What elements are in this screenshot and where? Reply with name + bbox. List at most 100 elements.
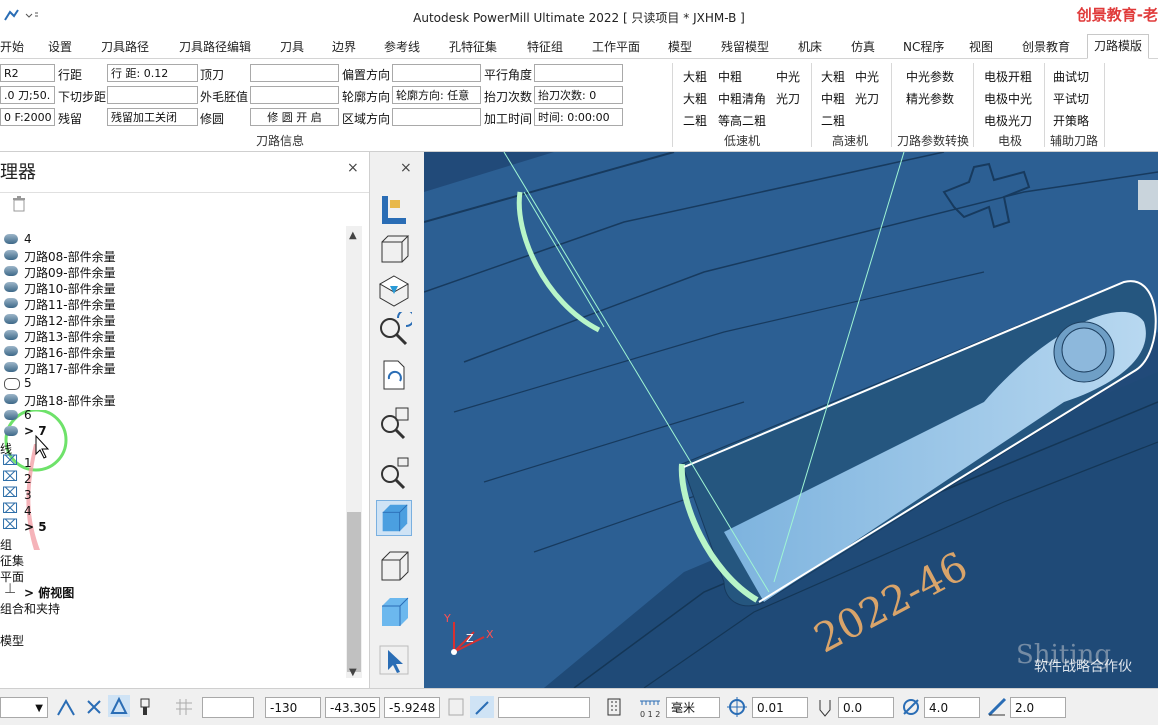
- grid-icon[interactable]: [174, 697, 194, 717]
- tree-item[interactable]: 刀路18-部件余量: [24, 392, 116, 409]
- high-speed-btn-3[interactable]: 中粗: [821, 90, 845, 107]
- tree-item[interactable]: 1: [24, 456, 32, 470]
- scrollbar-thumb[interactable]: [347, 512, 361, 672]
- workplane-dropdown[interactable]: ▼: [0, 697, 48, 718]
- high-speed-btn-2[interactable]: 中光: [855, 68, 879, 85]
- parallel-angle-field[interactable]: [534, 64, 623, 82]
- diameter-icon[interactable]: [900, 696, 922, 718]
- tab-0[interactable]: 开始: [0, 38, 24, 55]
- scroll-up-icon[interactable]: ▲: [349, 230, 357, 241]
- tree-item[interactable]: 征集: [0, 552, 24, 569]
- view-top-icon[interactable]: [376, 272, 412, 308]
- tree-item[interactable]: 模型: [0, 632, 24, 649]
- 3d-viewport[interactable]: Y Z X 2022-46 Shiting 软件战略合作伙: [424, 152, 1158, 688]
- stepover-icon[interactable]: [986, 696, 1008, 718]
- coord-z[interactable]: -5.9248: [384, 697, 440, 718]
- tree-item[interactable]: 组合和夹持: [0, 600, 60, 617]
- blank-field-2[interactable]: [498, 697, 590, 718]
- outer-stock-field[interactable]: [250, 86, 339, 104]
- feed-value-field[interactable]: .0 刀;50.: [0, 86, 55, 104]
- zoom-box-icon[interactable]: [376, 454, 412, 490]
- electrode-btn-2[interactable]: 电极中光: [984, 90, 1032, 107]
- tree-item[interactable]: 刀路17-部件余量: [24, 360, 116, 377]
- tab-7[interactable]: 孔特征集: [449, 38, 497, 55]
- thickness-field[interactable]: 0.0: [838, 697, 894, 718]
- wireframe-view-icon[interactable]: [376, 548, 412, 584]
- tree-item[interactable]: 刀路12-部件余量: [24, 312, 116, 329]
- high-speed-btn-1[interactable]: 大粗: [821, 68, 845, 85]
- building-icon[interactable]: [604, 697, 624, 717]
- low-speed-btn-8[interactable]: 等高二粗: [718, 112, 766, 129]
- residual-field[interactable]: 残留加工关闭: [107, 108, 198, 126]
- blank-field[interactable]: [202, 697, 254, 718]
- tab-5[interactable]: 边界: [332, 38, 356, 55]
- speed-value-field[interactable]: 0 F:2000: [0, 108, 55, 126]
- tree-item[interactable]: 刀路16-部件余量: [24, 344, 116, 361]
- tool-holder-icon[interactable]: [136, 697, 154, 717]
- electrode-btn-3[interactable]: 电极光刀: [984, 112, 1032, 129]
- stepover-status-field[interactable]: 2.0: [1010, 697, 1066, 718]
- diameter-field[interactable]: 4.0: [924, 697, 980, 718]
- tab-1[interactable]: 设置: [48, 38, 72, 55]
- tolerance-icon[interactable]: [726, 696, 748, 718]
- round-field[interactable]: 修 圆 开 启: [250, 108, 339, 126]
- low-speed-btn-2[interactable]: 中粗: [718, 68, 742, 85]
- box-view-icon[interactable]: [376, 594, 412, 630]
- tree-item[interactable]: 刀路13-部件余量: [24, 328, 116, 345]
- tree-item[interactable]: 3: [24, 488, 32, 502]
- tree-item[interactable]: 组: [0, 536, 12, 553]
- aux-btn-3[interactable]: 开策略: [1053, 112, 1089, 129]
- zoom-rotate-icon[interactable]: [376, 312, 412, 348]
- high-speed-btn-4[interactable]: 光刀: [855, 90, 879, 107]
- refresh-icon[interactable]: [376, 357, 412, 393]
- close-icon[interactable]: ×: [347, 160, 359, 176]
- tab-2[interactable]: 刀具路径: [101, 38, 149, 55]
- machining-time-field[interactable]: 时间: 0:00:00: [534, 108, 623, 126]
- coord-y[interactable]: -43.305: [325, 697, 380, 718]
- tab-4[interactable]: 刀具: [280, 38, 304, 55]
- workplane-active-icon[interactable]: [108, 695, 130, 717]
- electrode-btn-1[interactable]: 电极开粗: [984, 68, 1032, 85]
- tree-item[interactable]: 4: [24, 232, 32, 246]
- tree-item[interactable]: 刀路09-部件余量: [24, 264, 116, 281]
- view-front-icon[interactable]: [376, 232, 412, 268]
- tree-item[interactable]: 刀路08-部件余量: [24, 248, 116, 265]
- profile-dir-field[interactable]: 轮廓方向: 任意: [392, 86, 481, 104]
- tree-item[interactable]: > 俯视图: [24, 584, 74, 601]
- tab-15[interactable]: 视图: [969, 38, 993, 55]
- tab-12[interactable]: 机床: [798, 38, 822, 55]
- tolerance-field[interactable]: 0.01: [752, 697, 808, 718]
- trash-icon[interactable]: [12, 196, 26, 212]
- low-speed-btn-4[interactable]: 大粗: [683, 90, 707, 107]
- view-iso-icon[interactable]: [376, 192, 412, 228]
- tab-3[interactable]: 刀具路径编辑: [179, 38, 251, 55]
- tab-6[interactable]: 参考线: [384, 38, 420, 55]
- ruler-units-icon[interactable]: 0 1 2: [638, 695, 662, 719]
- thickness-icon[interactable]: [814, 696, 836, 718]
- tree-item[interactable]: > 5: [24, 520, 47, 534]
- zoom-fit-icon[interactable]: [376, 404, 412, 440]
- tree-item[interactable]: 刀路11-部件余量: [24, 296, 116, 313]
- select-cursor-icon[interactable]: [376, 642, 412, 678]
- lift-count-field[interactable]: 抬刀次数: 0: [534, 86, 623, 104]
- scroll-down-icon[interactable]: ▼: [349, 667, 357, 678]
- shaded-view-icon[interactable]: [376, 500, 412, 536]
- low-speed-btn-7[interactable]: 二粗: [683, 112, 707, 129]
- low-speed-btn-3[interactable]: 中光: [776, 68, 800, 85]
- tree-item[interactable]: 2: [24, 472, 32, 486]
- tab-17[interactable]: 刀路模版: [1087, 34, 1150, 59]
- coord-x[interactable]: -130: [265, 697, 321, 718]
- tab-14[interactable]: NC程序: [903, 38, 944, 55]
- low-speed-btn-1[interactable]: 大粗: [683, 68, 707, 85]
- tab-16[interactable]: 创景教育: [1022, 38, 1070, 55]
- stepover-field[interactable]: 行 距: 0.12: [107, 64, 198, 82]
- tab-11[interactable]: 残留模型: [721, 38, 769, 55]
- tab-10[interactable]: 模型: [668, 38, 692, 55]
- param-btn-1[interactable]: 中光参数: [906, 68, 954, 85]
- close-icon[interactable]: ×: [400, 160, 412, 176]
- offset-dir-field[interactable]: [392, 64, 481, 82]
- stepdown-field[interactable]: [107, 86, 198, 104]
- low-speed-btn-5[interactable]: 中粗清角: [718, 90, 766, 107]
- tree-item[interactable]: 6: [24, 408, 32, 422]
- calculator-icon[interactable]: [446, 697, 466, 717]
